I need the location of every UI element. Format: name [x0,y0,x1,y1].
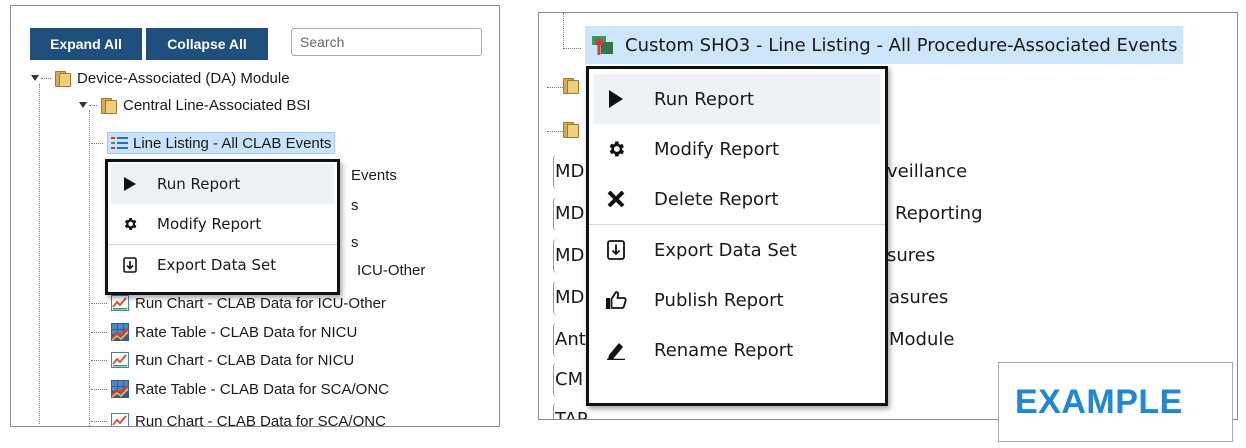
delete-x-icon [594,174,638,224]
folder-icon [55,70,71,87]
search-input[interactable] [291,28,482,56]
tree-item-partial[interactable]: ICU-Other [357,259,425,281]
menu-item-modify-report[interactable]: Modify Report [594,124,880,174]
left-context-menu: Run Report Modify Report Export Data Set [105,159,340,295]
selected-tree-item[interactable]: Line Listing - All CLAB Events [107,132,336,154]
export-icon [594,225,638,275]
gear-icon [594,124,638,174]
folder-icon [563,121,579,138]
export-icon [111,245,149,285]
rate-table-icon [111,323,129,341]
tree-guide-line [89,110,90,426]
menu-item-export-data-set[interactable]: Export Data Set [111,245,334,285]
tree-item-label: Run Chart - CLAB Data for SCA/ONC [135,412,386,427]
folder-icon [563,77,579,94]
tree-row-partial[interactable]: MD [555,161,584,182]
tree-item-label: Rate Table - CLAB Data for NICU [135,323,358,341]
tree-item-label: Line Listing - All CLAB Events [133,134,332,152]
pencil-icon [594,325,638,375]
right-context-menu: Run Report Modify Report Delete Report E… [586,66,888,406]
tree-guide-line [39,84,40,424]
tree-item-line-listing[interactable]: Line Listing - All CLAB Events [91,132,336,154]
tree-row-partial[interactable]: CM [555,369,583,390]
tree-item-run-chart-nicu[interactable]: Run Chart - CLAB Data for NICU [91,349,354,371]
folder-icon [101,97,117,114]
menu-item-rename-report[interactable]: Rename Report [594,325,880,375]
tree-item-partial[interactable]: s [351,194,359,216]
tree-toolbar: Expand All Collapse All [30,28,272,60]
run-chart-icon [111,295,129,311]
expand-toggle-icon[interactable] [79,102,87,108]
menu-item-run-report[interactable]: Run Report [594,74,880,124]
tree-item-rate-table-sca-onc[interactable]: Rate Table - CLAB Data for SCA/ONC [91,378,389,400]
tree-item-run-chart-sca-onc[interactable]: Run Chart - CLAB Data for SCA/ONC [91,410,386,427]
thumbs-up-icon [594,275,638,325]
menu-item-export-data-set[interactable]: Export Data Set [594,225,880,275]
tree-row-partial[interactable]: MD [555,245,584,266]
play-icon [594,74,638,124]
tree-item-partial[interactable]: s [351,231,359,253]
example-label-box: EXAMPLE [998,362,1233,442]
run-chart-icon [111,352,129,368]
tree-row-partial[interactable]: TAP [555,409,588,419]
tree-item-label: Device-Associated (DA) Module [77,69,290,87]
menu-item-delete-report[interactable]: Delete Report [594,174,880,224]
menu-item-run-report[interactable]: Run Report [111,164,334,204]
tree-item-partial[interactable]: Events [351,164,397,186]
tree-item-label: Run Chart - CLAB Data for NICU [135,351,355,369]
selected-item-label: Custom SHO3 - Line Listing - All Procedu… [625,34,1178,56]
tree-item-run-chart-icu-other[interactable]: Run Chart - CLAB Data for ICU-Other [91,292,386,314]
tree-item-da-module[interactable]: Device-Associated (DA) Module [31,67,290,89]
rate-table-icon [111,380,129,398]
gear-icon [111,204,149,244]
collapse-all-button[interactable]: Collapse All [146,28,268,60]
tree-item-rate-table-nicu[interactable]: Rate Table - CLAB Data for NICU [91,321,357,343]
custom-report-icon [592,36,613,55]
expand-all-button[interactable]: Expand All [30,28,142,60]
tree-item-clabsi[interactable]: Central Line-Associated BSI [79,94,311,116]
tree-item-label: Rate Table - CLAB Data for SCA/ONC [135,380,389,398]
expand-toggle-icon[interactable] [31,75,39,81]
tree-row-partial[interactable]: MD [555,203,584,224]
tree-item-label: Central Line-Associated BSI [123,96,311,114]
example-label: EXAMPLE [1015,382,1183,421]
tree-guide-line [563,13,564,49]
menu-item-publish-report[interactable]: Publish Report [594,275,880,325]
line-listing-icon [111,137,128,149]
selected-custom-report[interactable]: Custom SHO3 - Line Listing - All Procedu… [585,26,1184,64]
play-icon [111,164,149,204]
tree-item-label: Run Chart - CLAB Data for ICU-Other [135,294,386,312]
tree-row-partial[interactable]: Ant [555,329,586,350]
menu-item-modify-report[interactable]: Modify Report [111,204,334,244]
tree-row-partial[interactable]: MD [555,287,584,308]
run-chart-icon [111,413,129,426]
